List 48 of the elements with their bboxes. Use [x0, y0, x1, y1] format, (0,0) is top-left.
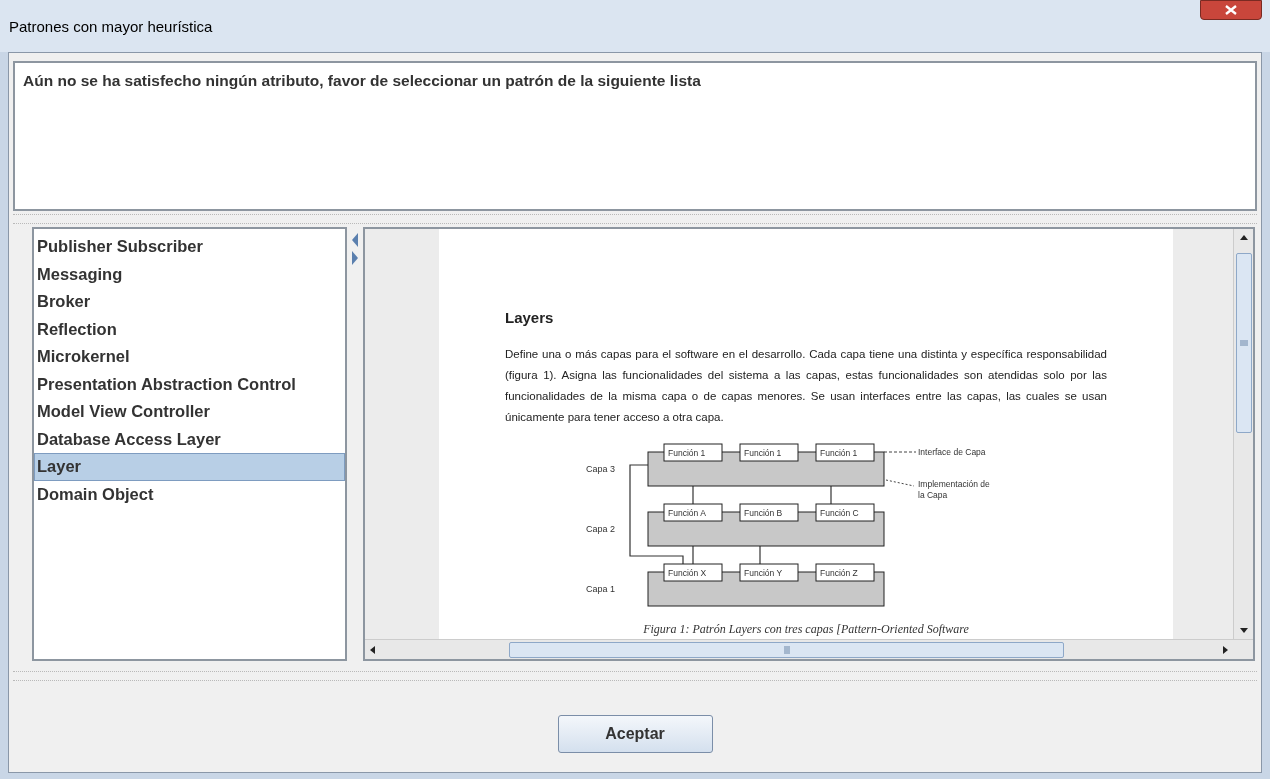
scroll-thumb[interactable]	[509, 641, 1064, 658]
function-box: Función 1	[815, 443, 875, 461]
layer-label: Capa 2	[586, 523, 616, 534]
pattern-item[interactable]: Publisher Subscriber	[34, 233, 345, 261]
close-button[interactable]	[1200, 0, 1262, 20]
scroll-thumb[interactable]	[1235, 253, 1252, 433]
leader-line	[883, 451, 917, 452]
pattern-item[interactable]: Microkernel	[34, 343, 345, 371]
vertical-scrollbar[interactable]	[1233, 229, 1253, 639]
split-divider[interactable]	[13, 671, 1257, 681]
layer-label: Capa 1	[586, 583, 616, 594]
grip-icon	[783, 645, 790, 654]
function-box: Función Y	[739, 563, 799, 581]
note-text: Implementación de la Capa	[918, 478, 990, 500]
connector-line	[692, 484, 694, 505]
pattern-item[interactable]: Messaging	[34, 260, 345, 288]
close-icon	[1225, 5, 1237, 15]
grip-icon	[1239, 340, 1248, 346]
document-heading: Layers	[505, 308, 555, 328]
leader-line	[885, 479, 915, 486]
figure-caption: Figura 1: Patrón Layers con tres capas [Pattern-Oriented Software	[642, 620, 970, 638]
note-text: Interface de Capa	[918, 446, 986, 457]
function-box: Función C	[815, 503, 875, 521]
collapse-right-icon	[351, 251, 359, 265]
connector-line	[830, 484, 832, 505]
pattern-item[interactable]: Broker	[34, 288, 345, 316]
layer-label: Capa 3	[586, 463, 616, 474]
pattern-item[interactable]: Database Access Layer	[34, 425, 345, 453]
function-box: Función X	[663, 563, 723, 581]
accept-button[interactable]: Aceptar	[557, 714, 713, 753]
pattern-item[interactable]: Presentation Abstraction Control	[34, 370, 345, 398]
connector-line	[759, 544, 761, 565]
function-box: Función Z	[815, 563, 875, 581]
function-box: Función B	[739, 503, 799, 521]
function-box: Función A	[663, 503, 723, 521]
pattern-item[interactable]: Model View Controller	[34, 398, 345, 426]
window-title: Patrones con mayor heurística	[9, 17, 213, 37]
collapse-left-icon	[351, 233, 359, 247]
message-text: Aún no se ha satisfecho ningún atributo, favor de seleccionar un patrón de la siguiente lista	[23, 72, 701, 89]
connector-line	[692, 544, 694, 565]
function-box: Función 1	[739, 443, 799, 461]
split-divider[interactable]	[13, 214, 1257, 224]
pattern-item[interactable]: Reflection	[34, 315, 345, 343]
horizontal-scrollbar[interactable]	[365, 639, 1253, 659]
function-box: Función 1	[663, 443, 723, 461]
pattern-item[interactable]: Domain Object	[34, 480, 345, 508]
document-paragraph: Define una o más capas para el software en el desarrollo. Cada capa tiene una distinta y específica responsabilidad (figura 1). Asigna las funcionalidades del sistema a las capas, estas funcionalidades son atendidas solo por las funcionalidades de la misma capa o de capas menores. Se usan interfaces entre las capas, las cuales se usan únicamente para tener acceso a otra capa.	[505, 346, 1107, 425]
pattern-item[interactable]: Layer	[34, 453, 345, 481]
